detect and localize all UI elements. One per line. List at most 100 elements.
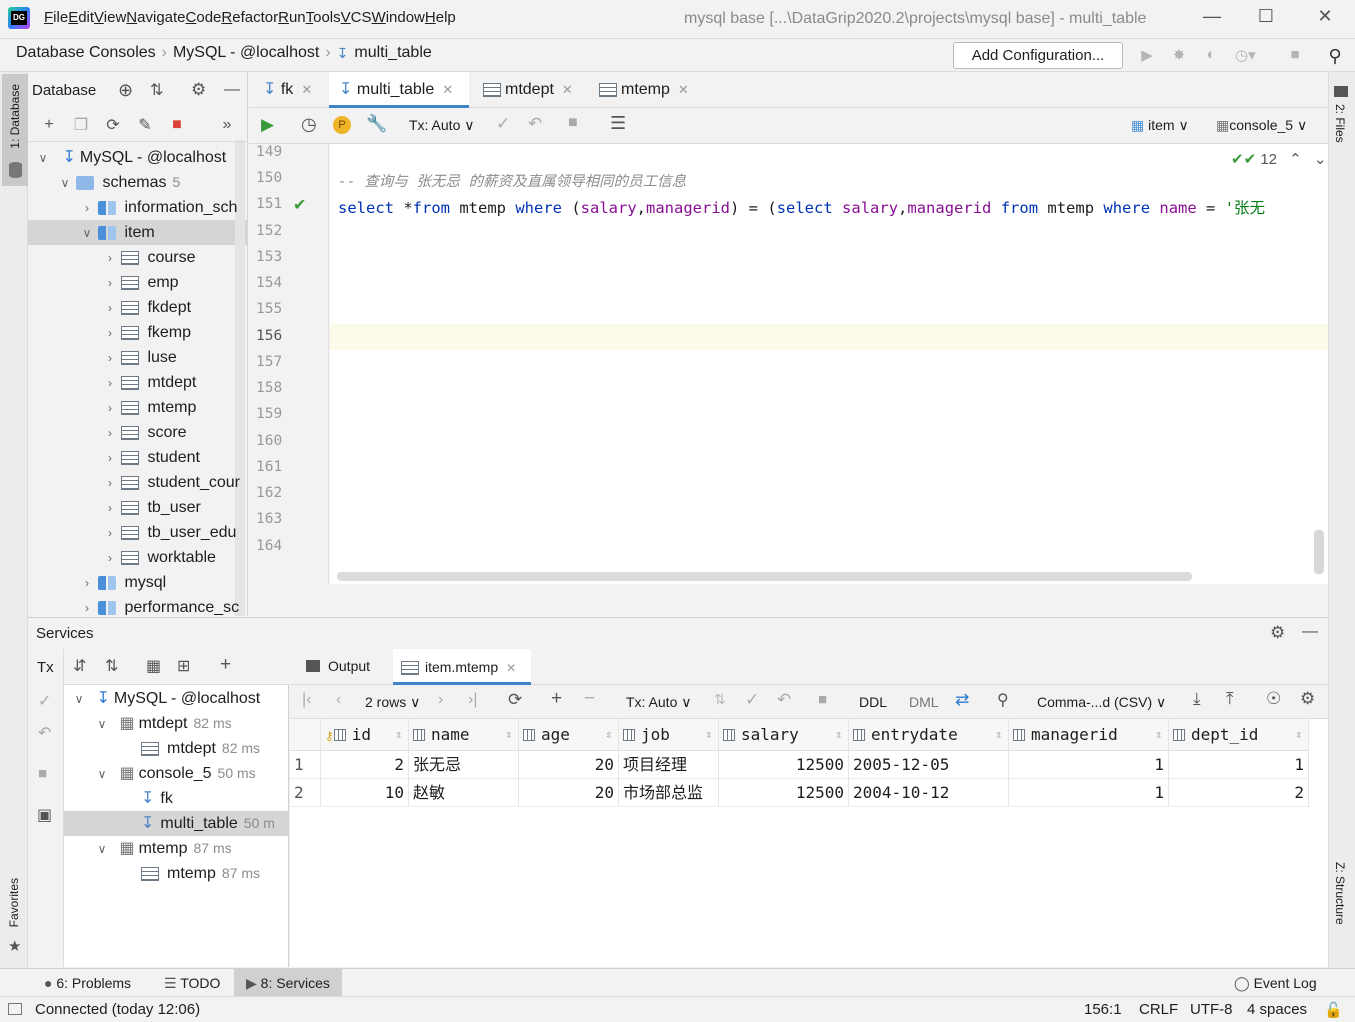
lock-icon[interactable]: 🔓 [1324,1001,1343,1019]
output-layout-icon[interactable]: ☰ [610,113,626,134]
schema-selector[interactable]: ▦ item ∨ [1131,117,1189,134]
add-icon[interactable]: + [220,654,231,676]
menu-run[interactable]: Run [278,9,306,26]
tree-item-table[interactable]: › course [103,245,195,270]
column-header-job[interactable]: job ⇳ [619,719,719,751]
tree-item-table[interactable]: › student_cour [103,470,247,495]
add-configuration-button[interactable]: Add Configuration... [953,42,1123,69]
column-header-id[interactable]: ⚷ id ⇳ [321,719,409,751]
vertical-scrollbar[interactable] [1314,530,1324,574]
commit-icon[interactable]: ✓ [496,114,510,134]
table-cell[interactable]: 项目经理 [619,751,719,779]
favorites-tool-button[interactable]: Favorites [7,878,21,927]
column-header-name[interactable]: name ⇳ [409,719,519,751]
add-icon[interactable]: + [38,114,60,136]
session-selector[interactable]: ▦console_5 ∨ [1216,117,1307,134]
menu-help[interactable]: Help [425,9,456,26]
coverage-icon[interactable]: ◐ [1201,46,1221,66]
service-item-session[interactable]: ∨ ▦ mtemp 87 ms [95,836,232,861]
sort-icon[interactable]: ⇳ [395,719,402,751]
minimize-icon[interactable]: — [1200,6,1224,30]
table-cell[interactable]: 1 [1009,751,1169,779]
tree-item-schema[interactable]: › mysql [80,570,166,595]
first-page-icon[interactable]: |‹ [302,691,311,709]
commit-icon[interactable]: ✓ [38,691,51,711]
refresh-icon[interactable]: ⟳ [508,690,522,710]
add-row-icon[interactable]: + [551,688,562,710]
commit-icon[interactable]: ✓ [745,690,759,710]
copy-icon[interactable]: ❐ [70,114,92,136]
menu-tools[interactable]: Tools [306,9,341,26]
services-tool-button[interactable]: ▶ 8: Services [234,969,342,997]
menu-view[interactable]: View [94,9,126,26]
submit-icon[interactable]: ⇅ [714,691,726,708]
breadcrumb-item[interactable]: Database Consoles [16,44,156,62]
service-item-console[interactable]: ↧ multi_table 50 m [141,811,289,836]
service-item-connection[interactable]: ∨ ↧ MySQL - @localhost [72,686,261,711]
close-icon[interactable]: ✕ [678,82,689,97]
hide-icon[interactable]: — [224,81,240,99]
close-icon[interactable]: ✕ [562,82,573,97]
table-cell[interactable]: 2004-10-12 [849,779,1009,807]
service-item-session[interactable]: ∨ ▦ mtdept 82 ms [95,711,232,736]
tree-item-table[interactable]: › tb_user [103,495,201,520]
history-icon[interactable]: ◷ [301,114,317,135]
tab-output[interactable]: Output [306,658,370,674]
column-header-managerid[interactable]: managerid ⇳ [1009,719,1169,751]
next-icon[interactable]: ⌄ [1314,151,1327,168]
close-icon[interactable]: ✕ [1313,6,1337,30]
debug-icon[interactable]: ✸ [1169,46,1189,66]
run-icon[interactable]: ▶ [1137,46,1157,66]
service-item-console[interactable]: ↧ fk [141,786,173,811]
table-cell[interactable]: 2 [1169,779,1309,807]
tree-item-table[interactable]: › fkdept [103,295,191,320]
menu-refactor[interactable]: Refactor [221,9,278,26]
sort-icon[interactable]: ⇳ [1295,719,1302,751]
rows-selector[interactable]: 2 rows ∨ [365,694,420,711]
breadcrumb-item[interactable]: multi_table [354,44,431,62]
tree-item-table[interactable]: › student [103,445,200,470]
column-header-age[interactable]: age ⇳ [519,719,619,751]
table-cell[interactable]: 12500 [719,779,849,807]
more-icon[interactable]: » [216,114,238,136]
pin-icon[interactable]: ⚲ [997,690,1009,710]
row-number[interactable]: 1 [290,751,321,779]
service-item-result[interactable]: mtemp 87 ms [141,861,260,886]
layout-icon[interactable]: ▣ [37,805,52,825]
column-header-entrydate[interactable]: entrydate ⇳ [849,719,1009,751]
tab-mtemp[interactable]: mtemp ✕ [589,72,699,108]
refresh-icon[interactable]: ⟳ [102,114,124,136]
export-icon[interactable]: ⤓ [1193,689,1201,709]
group-by-icon[interactable]: ▦ [146,656,161,676]
row-number[interactable]: 2 [290,779,321,807]
menu-window[interactable]: Window [372,9,425,26]
close-icon[interactable]: ✕ [506,661,516,675]
stop-icon[interactable]: ■ [1285,46,1305,66]
ddl-button[interactable]: DDL [859,694,887,710]
dml-button[interactable]: DML [909,694,939,710]
collapse-all-icon[interactable]: ⇅ [150,80,163,100]
horizontal-scrollbar[interactable] [337,572,1192,581]
filter-icon[interactable]: ⊞ [177,656,190,676]
tree-item-table[interactable]: › mtemp [103,395,196,420]
stop-icon[interactable]: ■ [818,691,827,708]
hide-icon[interactable]: — [1302,623,1318,641]
tab-multi-table[interactable]: ↧ multi_table ✕ [329,72,469,108]
settings-wrench-icon[interactable]: 🔧 [366,114,387,134]
tree-item-schemas[interactable]: ∨ schemas 5 [58,170,181,195]
menu-navigate[interactable]: Navigate [126,9,185,26]
inspection-widget[interactable]: ✔✔ 12 ⌃ ⌄ [1231,150,1327,168]
close-icon[interactable]: ✕ [301,82,312,97]
file-encoding[interactable]: UTF-8 [1190,1001,1233,1018]
menu-vcs[interactable]: VCS [341,9,372,26]
line-separator[interactable]: CRLF [1139,1001,1178,1018]
collapse-all-icon[interactable]: ⇅ [105,656,118,676]
sort-icon[interactable]: ⇳ [605,719,612,751]
table-cell[interactable]: 1 [1169,751,1309,779]
sort-icon[interactable]: ⇳ [705,719,712,751]
maximize-icon[interactable]: ☐ [1254,6,1278,30]
tree-item-table[interactable]: › score [103,420,187,445]
status-icon[interactable] [8,1003,22,1015]
tree-item-table[interactable]: › fkemp [103,320,191,345]
tx-mode-select[interactable]: Tx: Auto ∨ [626,694,692,711]
